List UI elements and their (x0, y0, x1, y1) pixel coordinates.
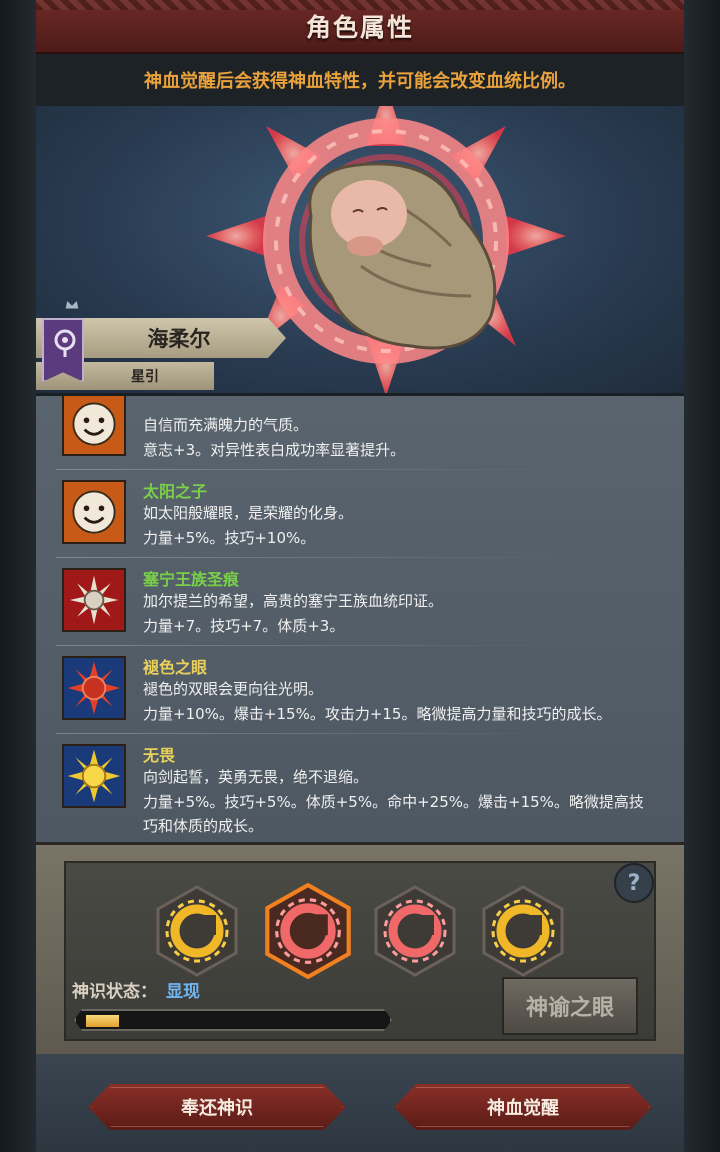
blood-awakening-button[interactable]: 神血觉醒 (394, 1084, 652, 1130)
progress-fill (86, 1015, 119, 1027)
trait-description: 褪色的双眼会更向往光明。 (143, 680, 324, 698)
action-bar: 奉还神识 神血觉醒 (36, 1054, 684, 1152)
trait-item: 自信而充满魄力的气质。 意志+3。对异性表白成功率显著提升。 (36, 396, 656, 470)
help-button[interactable]: ? (614, 863, 654, 903)
help-label: ? (627, 870, 641, 896)
trait-item: 塞宁王族圣痕 加尔提兰的希望，高贵的塞宁王族血统印证。 力量+7。技巧+7。体质… (36, 558, 656, 646)
trait-item: 褪色之眼 褪色的双眼会更向往光明。 力量+10%。爆击+15%。攻击力+15。略… (36, 646, 656, 734)
notice-bar: 神血觉醒后会获得神血特性，并可能会改变血统比例。 (36, 54, 684, 106)
trait-description: 向剑起誓，英勇无畏，绝不退缩。 (143, 768, 369, 786)
character-subtitle: 星引 (131, 369, 159, 385)
faction-banner (42, 318, 84, 382)
left-frame-border (0, 0, 36, 1152)
traits-list[interactable]: 自信而充满魄力的气质。 意志+3。对异性表白成功率显著提升。 太阳之子 如太阳般… (36, 396, 684, 842)
trait-effect: 意志+3。对异性表白成功率显著提升。 (143, 441, 406, 459)
red-sun-sigil-icon[interactable] (264, 883, 352, 979)
trait-description: 自信而充满魄力的气质。 (143, 416, 309, 434)
faction-emblem-icon (54, 329, 76, 357)
character-portrait-area: 海柔尔 星引 (36, 106, 684, 396)
trait-item: 太阳之子 如太阳般耀眼，是荣耀的化身。 力量+5%。技巧+10%。 (36, 470, 656, 558)
oracle-eye-label: 神谕之眼 (525, 996, 614, 1021)
trait-description: 加尔提兰的希望，高贵的塞宁王族血统印证。 (143, 592, 444, 610)
title-bar: 角色属性 (36, 0, 684, 54)
gold-sun-sigil-icon[interactable] (482, 885, 564, 977)
trait-name: 太阳之子 (143, 482, 208, 501)
rank-crown-icon (64, 299, 80, 310)
white-sun-crest-icon (62, 568, 126, 632)
red-sun-sigil-icon[interactable] (374, 885, 456, 977)
divine-sense-panel: ? 神识状态： 显现 神谕之眼 (36, 842, 684, 1054)
character-attributes-screen: 角色属性 神血觉醒后会获得神血特性，并可能会改变血统比例。 海柔尔 星引 自信而… (36, 0, 684, 1152)
right-frame-border (684, 0, 720, 1152)
gold-sun-icon (62, 744, 126, 808)
trait-name: 褪色之眼 (143, 658, 208, 677)
oracle-eye-button[interactable]: 神谕之眼 (502, 977, 638, 1035)
character-name: 海柔尔 (147, 327, 211, 351)
return-divine-sense-label: 奉还神识 (181, 1098, 253, 1119)
trait-name: 无畏 (143, 746, 176, 765)
page-title: 角色属性 (305, 13, 414, 42)
trait-effect: 力量+7。技巧+7。体质+3。 (143, 617, 345, 635)
divine-sense-status-value: 显现 (166, 982, 200, 1002)
trait-description: 如太阳般耀眼，是荣耀的化身。 (143, 504, 354, 522)
smiley-sun-icon (62, 480, 126, 544)
divine-sense-progress-bar (74, 1009, 392, 1031)
divine-sense-status-label: 神识状态： (72, 982, 157, 1002)
gold-sun-sigil-icon[interactable] (156, 885, 238, 977)
trait-name: 塞宁王族圣痕 (143, 570, 240, 589)
trait-effect: 力量+10%。爆击+15%。攻击力+15。略微提高力量和技巧的成长。 (143, 705, 612, 723)
trait-effect: 力量+5%。技巧+5%。体质+5%。命中+25%。爆击+15%。略微提高技巧和体… (143, 793, 644, 835)
return-divine-sense-button[interactable]: 奉还神识 (88, 1084, 346, 1130)
notice-text: 神血觉醒后会获得神血特性，并可能会改变血统比例。 (144, 71, 576, 92)
smiley-sun-icon (62, 396, 126, 456)
trait-item: 无畏 向剑起誓，英勇无畏，绝不退缩。 力量+5%。技巧+5%。体质+5%。命中+… (36, 734, 656, 842)
blood-awakening-label: 神血觉醒 (487, 1098, 559, 1119)
swaddled-baby-illustration (308, 162, 497, 350)
red-sun-eye-icon (62, 656, 126, 720)
trait-effect: 力量+5%。技巧+10%。 (143, 529, 316, 547)
